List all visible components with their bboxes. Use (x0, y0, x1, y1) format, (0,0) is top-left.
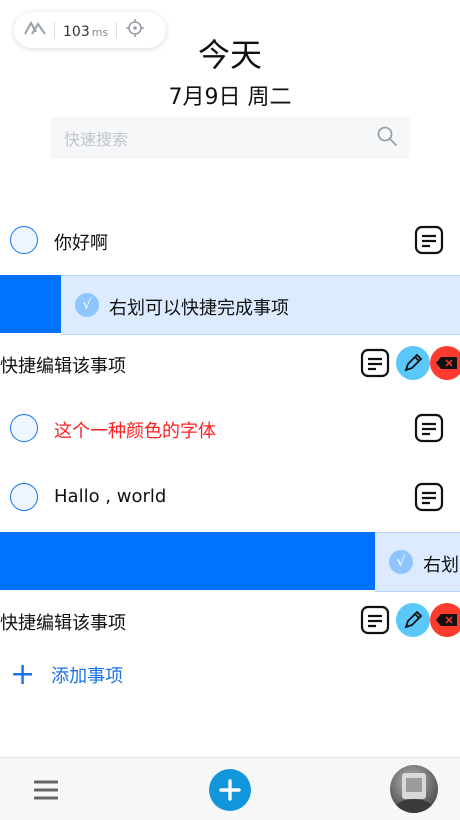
delete-button[interactable] (430, 346, 460, 380)
task-text: 右划可以快捷完成事项 (109, 298, 289, 319)
add-task-button[interactable]: + 添加事项 (10, 660, 123, 690)
task-row-swiped[interactable]: √ 右划 (375, 532, 460, 592)
task-row[interactable]: Hallo , world (0, 468, 460, 526)
delete-icon (436, 614, 457, 626)
task-text: 快捷编辑该事项 (0, 613, 126, 634)
plus-icon (219, 779, 241, 801)
avatar[interactable] (390, 765, 438, 813)
edit-button[interactable] (396, 346, 430, 380)
task-row-actions[interactable]: 快捷编辑该事项 (0, 334, 460, 392)
check-icon: √ (389, 550, 413, 574)
edit-button[interactable] (396, 603, 430, 637)
swipe-complete-action[interactable] (0, 532, 375, 590)
task-text: 你好啊 (54, 233, 108, 254)
page-date: 7月9日 周二 (168, 85, 292, 110)
plus-icon: + (10, 657, 36, 692)
task-text: 右划 (423, 555, 459, 576)
task-text: 快捷编辑该事项 (0, 356, 126, 377)
task-row[interactable]: 你好啊 (0, 211, 460, 269)
pencil-icon (404, 353, 423, 372)
task-text: Hallo , world (54, 486, 167, 507)
note-icon[interactable] (360, 605, 390, 639)
check-icon: √ (75, 293, 99, 317)
swipe-complete-action[interactable] (0, 275, 61, 333)
note-icon[interactable] (414, 482, 444, 516)
delete-button[interactable] (430, 603, 460, 637)
task-checkbox[interactable] (10, 414, 38, 442)
note-icon[interactable] (414, 225, 444, 259)
menu-icon[interactable] (33, 778, 59, 806)
add-fab-button[interactable] (209, 769, 251, 811)
note-icon[interactable] (414, 413, 444, 447)
task-text: 这个一种颜色的字体 (54, 421, 216, 442)
search-input[interactable]: 快速搜索 (64, 126, 376, 150)
note-icon[interactable] (360, 348, 390, 382)
search-icon[interactable] (376, 125, 398, 151)
add-task-label: 添加事项 (51, 666, 124, 687)
task-checkbox[interactable] (10, 483, 38, 511)
task-checkbox[interactable] (10, 226, 38, 254)
task-row-swiped[interactable]: √ 右划可以快捷完成事项 (61, 275, 460, 335)
delete-icon (436, 357, 457, 369)
search-bar[interactable]: 快速搜索 (50, 117, 410, 159)
task-row-actions[interactable]: 快捷编辑该事项 (0, 591, 460, 649)
pencil-icon (404, 610, 423, 629)
task-row[interactable]: 这个一种颜色的字体 (0, 399, 460, 457)
page-title: 今天 (197, 36, 262, 74)
